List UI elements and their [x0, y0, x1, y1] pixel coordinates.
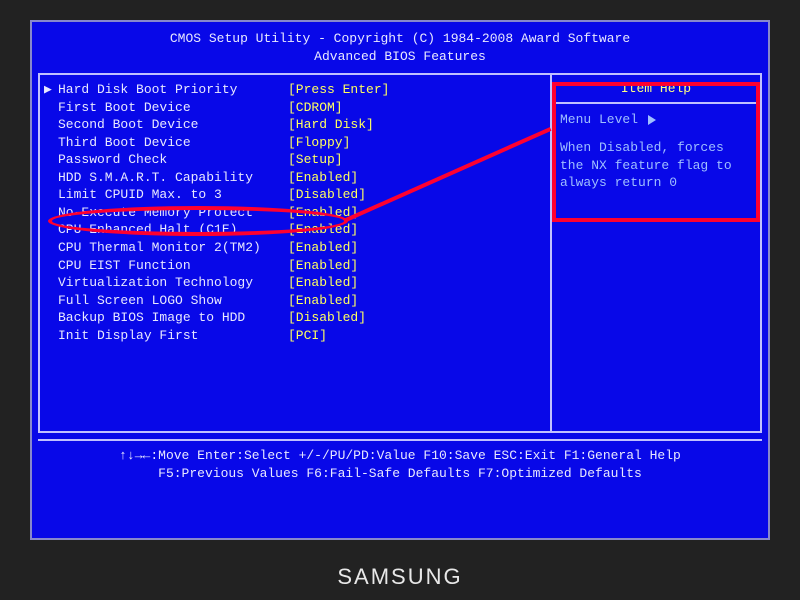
row-label: CPU Enhanced Halt (C1E)	[58, 221, 288, 239]
settings-row[interactable]: ▶Hard Disk Boot Priority[Press Enter]	[44, 81, 546, 99]
row-pointer-icon	[44, 221, 58, 239]
row-value[interactable]: [Press Enter]	[288, 81, 389, 99]
row-value[interactable]: [Disabled]	[288, 186, 366, 204]
row-label: Second Boot Device	[58, 116, 288, 134]
row-pointer-icon	[44, 116, 58, 134]
row-value[interactable]: [PCI]	[288, 327, 327, 345]
row-label: Backup BIOS Image to HDD	[58, 309, 288, 327]
row-pointer-icon	[44, 257, 58, 275]
monitor-bezel	[0, 0, 800, 20]
row-value[interactable]: [Enabled]	[288, 292, 358, 310]
settings-row[interactable]: CPU EIST Function[Enabled]	[44, 257, 546, 275]
row-label: Virtualization Technology	[58, 274, 288, 292]
row-pointer-icon	[44, 239, 58, 257]
chevron-right-icon	[648, 115, 656, 125]
row-label: HDD S.M.A.R.T. Capability	[58, 169, 288, 187]
row-value[interactable]: [Setup]	[288, 151, 343, 169]
menu-level-label: Menu Level	[560, 112, 638, 127]
row-value[interactable]: [Enabled]	[288, 274, 358, 292]
bios-screen: CMOS Setup Utility - Copyright (C) 1984-…	[30, 20, 770, 540]
settings-list[interactable]: ▶Hard Disk Boot Priority[Press Enter]Fir…	[40, 75, 550, 431]
row-value[interactable]: [Enabled]	[288, 204, 358, 222]
settings-row[interactable]: Limit CPUID Max. to 3[Disabled]	[44, 186, 546, 204]
row-label: Password Check	[58, 151, 288, 169]
row-value[interactable]: [Hard Disk]	[288, 116, 374, 134]
item-help-title: Item Help	[552, 75, 760, 104]
row-pointer-icon	[44, 327, 58, 345]
row-value[interactable]: [Enabled]	[288, 169, 358, 187]
row-pointer-icon	[44, 99, 58, 117]
row-value[interactable]: [Enabled]	[288, 257, 358, 275]
header-line1: CMOS Setup Utility - Copyright (C) 1984-…	[38, 30, 762, 48]
settings-row[interactable]: Virtualization Technology[Enabled]	[44, 274, 546, 292]
item-help-body: When Disabled, forces the NX feature fla…	[560, 139, 752, 192]
settings-row[interactable]: Backup BIOS Image to HDD[Disabled]	[44, 309, 546, 327]
settings-row[interactable]: No-Execute Memory Protect[Enabled]	[44, 204, 546, 222]
row-value[interactable]: [CDROM]	[288, 99, 343, 117]
row-label: Hard Disk Boot Priority	[58, 81, 288, 99]
monitor-bezel	[770, 0, 800, 600]
row-label: Limit CPUID Max. to 3	[58, 186, 288, 204]
settings-row[interactable]: Password Check[Setup]	[44, 151, 546, 169]
settings-row[interactable]: Second Boot Device[Hard Disk]	[44, 116, 546, 134]
header-line2: Advanced BIOS Features	[38, 48, 762, 66]
row-pointer-icon	[44, 204, 58, 222]
monitor-bezel	[0, 0, 30, 600]
monitor-brand: SAMSUNG	[0, 564, 800, 590]
settings-row[interactable]: HDD S.M.A.R.T. Capability[Enabled]	[44, 169, 546, 187]
bios-header: CMOS Setup Utility - Copyright (C) 1984-…	[38, 26, 762, 73]
settings-row[interactable]: CPU Thermal Monitor 2(TM2)[Enabled]	[44, 239, 546, 257]
bios-footer: ↑↓→←:Move Enter:Select +/-/PU/PD:Value F…	[38, 439, 762, 483]
settings-row[interactable]: CPU Enhanced Halt (C1E)[Enabled]	[44, 221, 546, 239]
row-pointer-icon	[44, 169, 58, 187]
settings-row[interactable]: Init Display First[PCI]	[44, 327, 546, 345]
footer-line1: ↑↓→←:Move Enter:Select +/-/PU/PD:Value F…	[38, 447, 762, 465]
row-pointer-icon	[44, 151, 58, 169]
row-value[interactable]: [Disabled]	[288, 309, 366, 327]
row-label: No-Execute Memory Protect	[58, 204, 288, 222]
settings-row[interactable]: Third Boot Device[Floppy]	[44, 134, 546, 152]
row-value[interactable]: [Floppy]	[288, 134, 350, 152]
row-label: Init Display First	[58, 327, 288, 345]
row-label: Third Boot Device	[58, 134, 288, 152]
row-pointer-icon: ▶	[44, 81, 58, 99]
row-pointer-icon	[44, 292, 58, 310]
row-label: First Boot Device	[58, 99, 288, 117]
menu-level-row: Menu Level	[560, 112, 752, 127]
row-label: CPU EIST Function	[58, 257, 288, 275]
bios-panels: ▶Hard Disk Boot Priority[Press Enter]Fir…	[38, 73, 762, 433]
settings-row[interactable]: First Boot Device[CDROM]	[44, 99, 546, 117]
row-value[interactable]: [Enabled]	[288, 239, 358, 257]
row-label: Full Screen LOGO Show	[58, 292, 288, 310]
row-value[interactable]: [Enabled]	[288, 221, 358, 239]
row-pointer-icon	[44, 186, 58, 204]
settings-row[interactable]: Full Screen LOGO Show[Enabled]	[44, 292, 546, 310]
item-help-panel: Item Help Menu Level When Disabled, forc…	[550, 75, 760, 431]
row-pointer-icon	[44, 134, 58, 152]
footer-line2: F5:Previous Values F6:Fail-Safe Defaults…	[38, 465, 762, 483]
row-label: CPU Thermal Monitor 2(TM2)	[58, 239, 288, 257]
row-pointer-icon	[44, 274, 58, 292]
row-pointer-icon	[44, 309, 58, 327]
